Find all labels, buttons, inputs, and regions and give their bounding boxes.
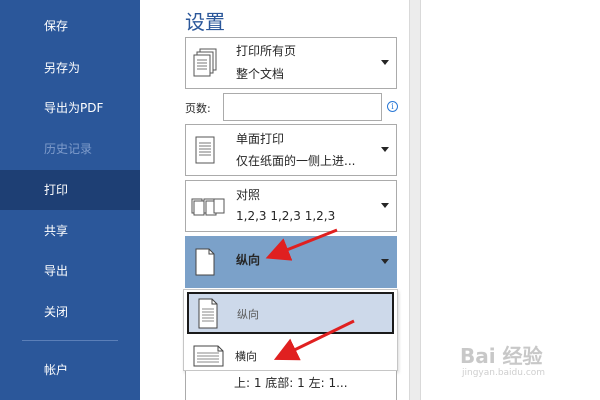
chevron-down-icon [381,60,389,65]
orientation-option-label: 横向 [235,350,257,363]
collate-title: 对照 [236,188,261,202]
collate-dropdown[interactable]: 对照 1,2,3 1,2,3 1,2,3 [185,180,397,232]
nav-save-as[interactable]: 另存为 [0,48,140,88]
orientation-selected-label: 纵向 [236,253,261,267]
settings-title: 设置 [185,10,225,34]
nav-save[interactable]: 保存 [0,6,140,46]
pages-label: 页数: [185,102,211,115]
print-sides-dropdown[interactable]: 单面打印 仅在纸面的一侧上进... [185,124,397,176]
collated-pages-icon [190,191,226,227]
baidu-watermark-url: jingyan.baidu.com [462,368,546,378]
print-sides-subtitle: 仅在纸面的一侧上进... [236,154,356,168]
print-range-title: 打印所有页 [236,44,297,58]
chevron-down-icon [381,203,389,208]
print-preview-scrollbar[interactable] [409,0,421,400]
nav-close[interactable]: 关闭 [0,292,140,332]
pages-stack-icon [192,48,218,84]
backstage-sidebar: 保存 另存为 导出为PDF 历史记录 打印 共享 导出 关闭 帐户 [0,0,140,400]
orientation-dropdown[interactable]: 纵向 [185,236,397,288]
nav-export[interactable]: 导出 [0,251,140,291]
print-sides-title: 单面打印 [236,132,285,146]
chevron-down-icon [381,259,389,264]
chevron-down-icon [381,147,389,152]
nav-share[interactable]: 共享 [0,211,140,251]
orientation-option-portrait[interactable]: 纵向 [187,292,394,334]
landscape-page-icon [193,344,225,372]
baidu-watermark: Bai 经验 [460,344,543,368]
print-range-subtitle: 整个文档 [236,67,285,81]
margins-summary: 上: 1 底部: 1 左: 1... [234,376,348,390]
collate-subtitle: 1,2,3 1,2,3 1,2,3 [236,209,336,223]
nav-history: 历史记录 [44,142,93,156]
portrait-page-icon [192,247,218,283]
single-page-icon [192,135,218,171]
nav-print[interactable]: 打印 [0,170,140,210]
print-range-dropdown[interactable]: 打印所有页 整个文档 [185,37,397,89]
nav-account[interactable]: 帐户 [0,350,140,390]
info-icon[interactable]: i [387,101,398,112]
pages-input[interactable] [223,93,382,121]
nav-separator [22,340,118,341]
orientation-option-label: 纵向 [237,308,259,321]
margins-dropdown[interactable]: 上: 1 底部: 1 左: 1... [185,371,397,400]
nav-export-pdf[interactable]: 导出为PDF [0,88,140,128]
orientation-list: 纵向 横向 [183,289,398,371]
portrait-page-icon [195,298,221,334]
